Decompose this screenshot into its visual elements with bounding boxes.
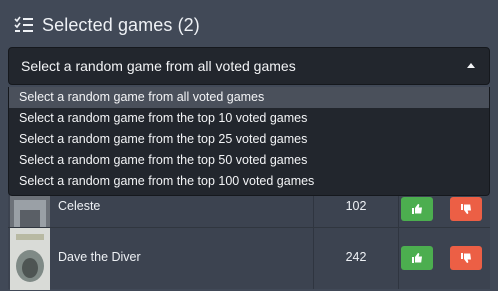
option-all[interactable]: Select a random game from all voted game…: [9, 87, 489, 108]
vote-count: 242: [345, 250, 367, 264]
thumbs-up-icon: [412, 204, 422, 214]
option-top-100[interactable]: Select a random game from the top 100 vo…: [9, 171, 489, 192]
downvote-button[interactable]: [450, 197, 482, 221]
selected-games-panel: Selected games (2) Celeste 102 Dave the …: [0, 0, 498, 291]
select-value: Select a random game from all voted game…: [21, 58, 296, 74]
random-game-select[interactable]: Select a random game from all voted game…: [8, 47, 490, 85]
random-game-dropdown: Select a random game from all voted game…: [8, 87, 490, 196]
game-name: Celeste: [58, 199, 101, 213]
thumbs-up-icon: [412, 253, 422, 263]
option-top-10[interactable]: Select a random game from the top 10 vot…: [9, 108, 489, 129]
thumbs-down-icon: [461, 253, 471, 263]
page-title: Selected games (2): [42, 14, 200, 35]
list-check-icon: [14, 16, 33, 32]
downvote-button[interactable]: [450, 246, 482, 270]
upvote-button[interactable]: [401, 246, 433, 270]
game-name: Dave the Diver: [58, 250, 141, 264]
option-top-50[interactable]: Select a random game from the top 50 vot…: [9, 150, 489, 171]
panel-header: Selected games (2): [14, 12, 200, 38]
thumbs-down-icon: [461, 204, 471, 214]
vote-count: 102: [345, 199, 367, 213]
table-row: Dave the Diver 242: [8, 227, 490, 290]
caret-up-icon: [467, 63, 475, 68]
games-table: Celeste 102 Dave the Diver 242: [8, 180, 490, 291]
option-top-25[interactable]: Select a random game from the top 25 vot…: [9, 129, 489, 150]
upvote-button[interactable]: [401, 197, 433, 221]
game-thumbnail: [10, 228, 50, 290]
